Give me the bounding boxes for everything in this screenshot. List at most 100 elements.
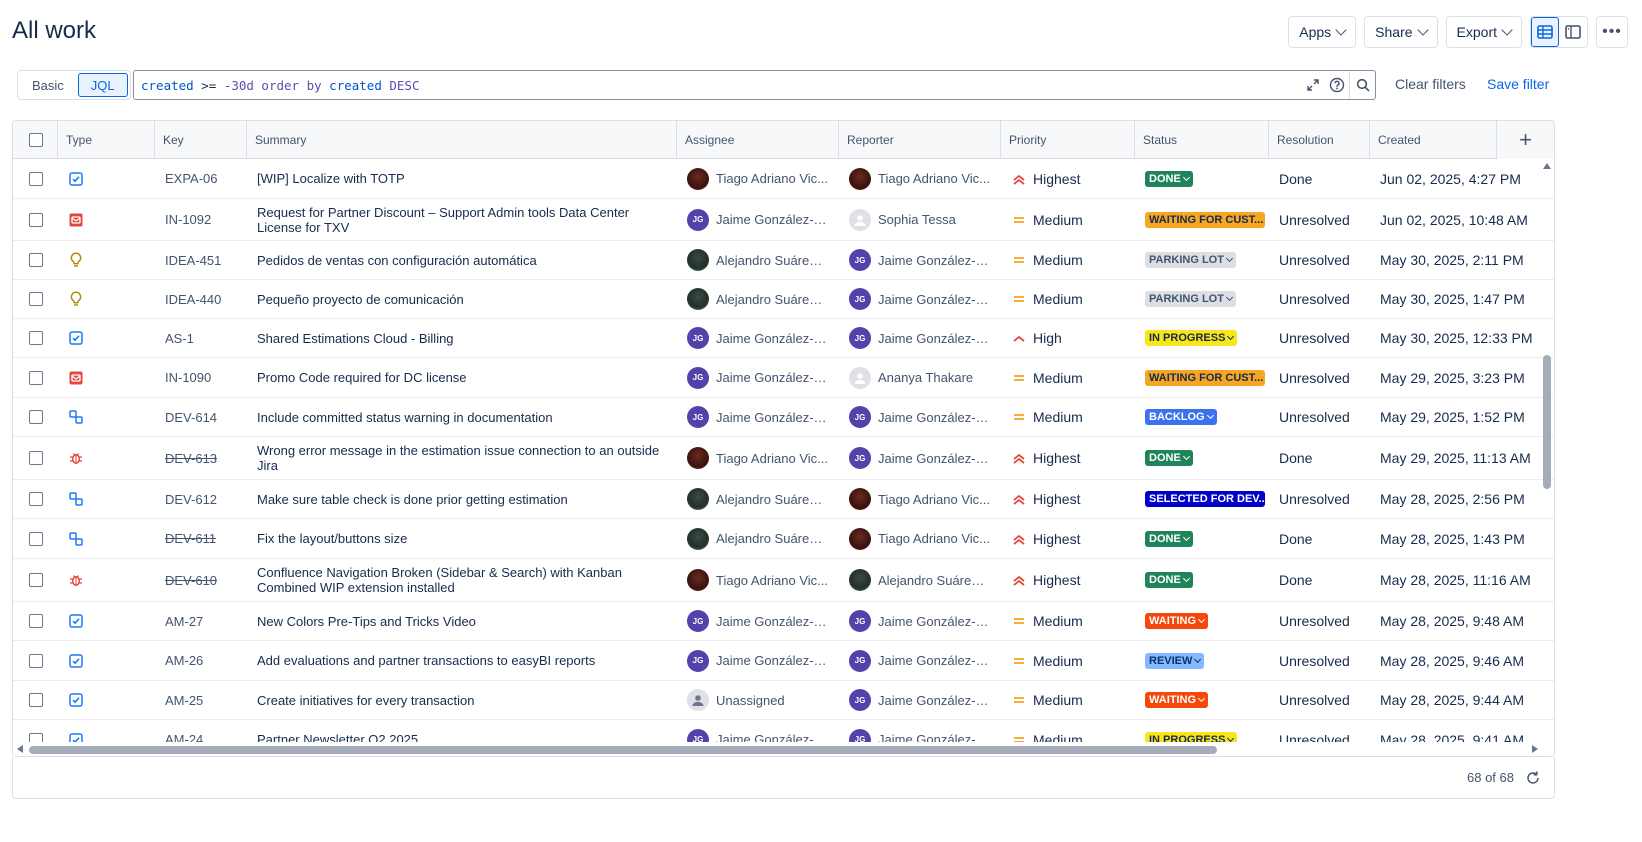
apps-button[interactable]: Apps [1288,16,1357,48]
table-row[interactable]: DEV-611 Fix the layout/buttons size Alejan… [13,519,1554,559]
assignee-cell[interactable]: JG Jaime González-C... [677,358,839,397]
priority-cell[interactable]: High [1001,319,1135,357]
table-row[interactable]: IDEA-440 Pequeño proyecto de comunicación… [13,280,1554,319]
summary-cell[interactable]: Wrong error message in the estimation is… [247,437,677,479]
vertical-scrollbar[interactable] [1540,159,1554,756]
row-checkbox[interactable] [29,531,43,546]
issue-key-link[interactable]: DEV-612 [155,480,247,518]
assignee-cell[interactable]: Tiago Adriano Vic... [677,559,839,601]
assignee-cell[interactable]: Unassigned [677,681,839,719]
basic-mode-button[interactable]: Basic [20,73,76,97]
help-icon[interactable] [1325,71,1349,99]
reporter-cell[interactable]: JG Jaime González-C... [839,437,1001,479]
reporter-cell[interactable]: JG Jaime González-C... [839,319,1001,357]
column-header-assignee[interactable]: Assignee [677,121,839,159]
issue-key-link[interactable]: DEV-614 [155,398,247,436]
reporter-cell[interactable]: Alejandro Suárez ... [839,559,1001,601]
status-dropdown[interactable]: DONE [1145,450,1193,466]
reporter-cell[interactable]: JG Jaime González-C... [839,641,1001,680]
priority-cell[interactable]: Medium [1001,280,1135,318]
table-row[interactable]: IN-1092 Request for Partner Discount – Su… [13,199,1554,241]
row-checkbox[interactable] [29,212,43,227]
detail-view-button[interactable] [1559,17,1587,47]
row-checkbox[interactable] [29,331,43,345]
priority-cell[interactable]: Highest [1001,559,1135,601]
assignee-cell[interactable]: JG Jaime González-C... [677,641,839,680]
summary-cell[interactable]: Confluence Navigation Broken (Sidebar & … [247,559,677,601]
assignee-cell[interactable]: JG Jaime González-C... [677,602,839,640]
assignee-cell[interactable]: Alejandro Suárez ... [677,280,839,318]
summary-cell[interactable]: Promo Code required for DC license [247,358,677,397]
summary-cell[interactable]: Pequeño proyecto de comunicación [247,280,677,318]
issue-key-link[interactable]: IDEA-451 [155,241,247,279]
priority-cell[interactable]: Medium [1001,199,1135,240]
priority-cell[interactable]: Medium [1001,641,1135,680]
expand-icon[interactable] [1301,71,1325,99]
status-dropdown[interactable]: IN PROGRESS [1145,330,1238,346]
assignee-cell[interactable]: JG Jaime González-C... [677,398,839,436]
summary-cell[interactable]: New Colors Pre-Tips and Tricks Video [247,602,677,640]
horizontal-scroll-thumb[interactable] [29,746,1217,754]
table-row[interactable]: AM-24 Partner Newsletter Q2 2025 JG Jaime G… [13,720,1554,744]
reporter-cell[interactable]: Tiago Adriano Vic... [839,519,1001,558]
issue-key-link[interactable]: DEV-611 [155,519,247,558]
status-dropdown[interactable]: BACKLOG [1145,409,1217,425]
column-header-priority[interactable]: Priority [1001,121,1135,159]
table-row[interactable]: AS-1 Shared Estimations Cloud - Billing JG… [13,319,1554,358]
summary-cell[interactable]: [WIP] Localize with TOTP [247,159,677,198]
summary-cell[interactable]: Pedidos de ventas con configuración auto… [247,241,677,279]
assignee-cell[interactable]: JG Jaime González-C... [677,199,839,240]
row-checkbox[interactable] [29,573,43,587]
jql-mode-button[interactable]: JQL [77,73,128,97]
column-header-summary[interactable]: Summary [247,121,677,159]
vertical-scroll-thumb[interactable] [1543,355,1551,489]
reporter-cell[interactable]: JG Jaime González-C... [839,602,1001,640]
scroll-left-icon[interactable] [17,745,23,753]
reporter-cell[interactable]: JG Jaime González-C... [839,681,1001,719]
priority-cell[interactable]: Medium [1001,720,1135,744]
status-dropdown[interactable]: SELECTED FOR DEV... [1145,491,1265,507]
table-row[interactable]: AM-26 Add evaluations and partner transac… [13,641,1554,681]
row-checkbox[interactable] [29,370,43,385]
table-row[interactable]: IN-1090 Promo Code required for DC licens… [13,358,1554,398]
status-dropdown[interactable]: REVIEW [1145,652,1205,669]
column-header-type[interactable]: Type [58,121,155,159]
row-checkbox[interactable] [29,693,43,707]
priority-cell[interactable]: Highest [1001,159,1135,198]
priority-cell[interactable]: Medium [1001,398,1135,436]
issue-key-link[interactable]: AM-24 [155,720,247,744]
priority-cell[interactable]: Highest [1001,437,1135,479]
table-row[interactable]: DEV-610 Confluence Navigation Broken (Sid… [13,559,1554,602]
reporter-cell[interactable]: Ananya Thakare [839,358,1001,397]
reporter-cell[interactable]: JG Jaime González-C... [839,280,1001,318]
row-checkbox[interactable] [29,171,43,186]
column-header-resolution[interactable]: Resolution [1269,121,1370,159]
priority-cell[interactable]: Medium [1001,602,1135,640]
reporter-cell[interactable]: Sophia Tessa [839,199,1001,240]
row-checkbox[interactable] [29,492,43,506]
issue-key-link[interactable]: DEV-610 [155,559,247,601]
assignee-cell[interactable]: Alejandro Suárez ... [677,480,839,518]
summary-cell[interactable]: Include committed status warning in docu… [247,398,677,436]
status-dropdown[interactable]: WAITING [1145,692,1209,708]
issue-key-link[interactable]: IDEA-440 [155,280,247,318]
table-row[interactable]: DEV-614 Include committed status warning … [13,398,1554,437]
column-header-key[interactable]: Key [155,121,247,159]
summary-cell[interactable]: Shared Estimations Cloud - Billing [247,319,677,357]
summary-cell[interactable]: Partner Newsletter Q2 2025 [247,720,677,744]
horizontal-scrollbar[interactable] [13,742,1554,756]
summary-cell[interactable]: Create initiatives for every transaction [247,681,677,719]
status-dropdown[interactable]: DONE [1145,572,1193,588]
priority-cell[interactable]: Medium [1001,241,1135,279]
summary-cell[interactable]: Request for Partner Discount – Support A… [247,199,677,240]
select-all-checkbox[interactable] [29,133,43,147]
status-dropdown[interactable]: WAITING FOR CUST... [1145,369,1265,386]
search-icon[interactable] [1349,71,1375,99]
status-dropdown[interactable]: WAITING FOR CUST... [1145,211,1265,228]
export-button[interactable]: Export [1445,16,1522,48]
refresh-icon[interactable] [1524,769,1542,787]
issue-key-link[interactable]: IN-1090 [155,358,247,397]
row-checkbox[interactable] [29,614,43,628]
scroll-right-icon[interactable] [1532,745,1538,753]
priority-cell[interactable]: Highest [1001,480,1135,518]
